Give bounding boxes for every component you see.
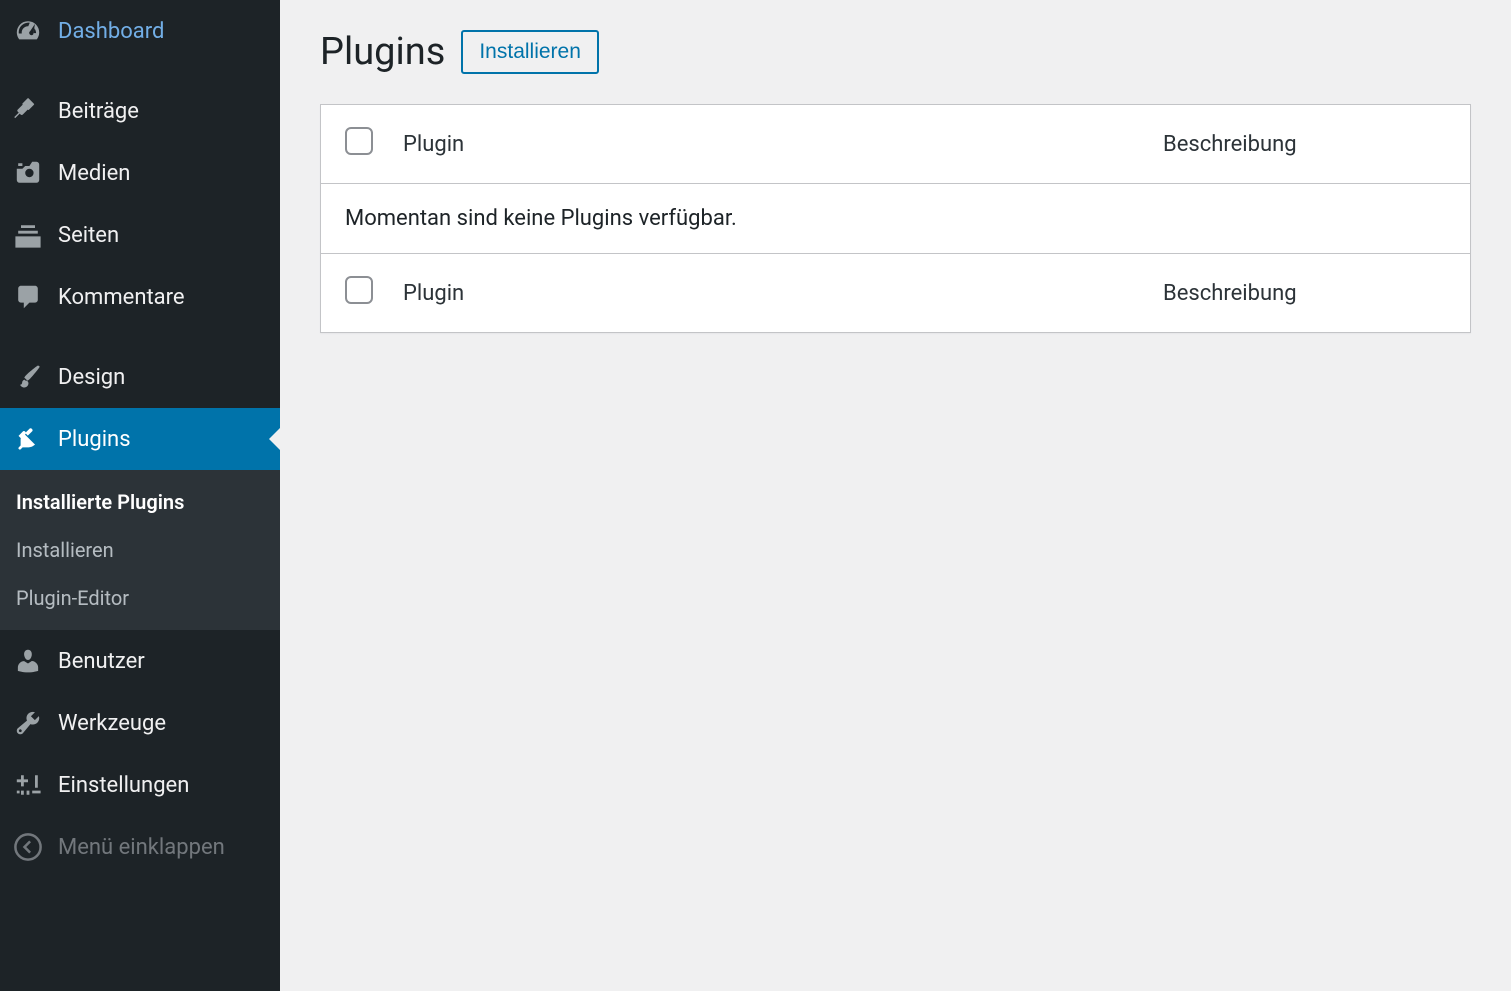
sidebar-item-label: Beiträge	[58, 99, 139, 124]
column-header-plugin[interactable]: Plugin	[403, 132, 1163, 157]
submenu-item-install[interactable]: Installieren	[0, 526, 280, 574]
sidebar-item-posts[interactable]: Beiträge	[0, 80, 280, 142]
sidebar-item-label: Plugins	[58, 427, 131, 452]
plug-icon	[14, 425, 46, 453]
sidebar-item-label: Design	[58, 365, 125, 390]
plugins-table: Plugin Beschreibung Momentan sind keine …	[320, 104, 1471, 333]
select-all-checkbox-bottom[interactable]	[345, 276, 373, 304]
sidebar-item-label: Benutzer	[58, 649, 145, 674]
sidebar-item-label: Werkzeuge	[58, 711, 166, 736]
select-all-checkbox-top[interactable]	[345, 127, 373, 155]
sidebar-item-collapse[interactable]: Menü einklappen	[0, 816, 280, 878]
sidebar-item-design[interactable]: Design	[0, 346, 280, 408]
admin-sidebar: Dashboard Beiträge Medien Seiten Komment…	[0, 0, 280, 991]
install-button[interactable]: Installieren	[461, 30, 599, 74]
submenu-item-installed-plugins[interactable]: Installierte Plugins	[0, 478, 280, 526]
sidebar-item-label: Menü einklappen	[58, 835, 225, 860]
sidebar-item-plugins[interactable]: Plugins	[0, 408, 280, 470]
user-icon	[14, 647, 46, 675]
column-header-description[interactable]: Beschreibung	[1163, 132, 1446, 157]
sidebar-item-tools[interactable]: Werkzeuge	[0, 692, 280, 754]
sidebar-item-settings[interactable]: Einstellungen	[0, 754, 280, 816]
dashboard-icon	[14, 17, 46, 45]
column-footer-description[interactable]: Beschreibung	[1163, 281, 1446, 306]
sidebar-item-pages[interactable]: Seiten	[0, 204, 280, 266]
sidebar-item-dashboard[interactable]: Dashboard	[0, 0, 280, 62]
sidebar-item-label: Medien	[58, 161, 130, 186]
sidebar-item-users[interactable]: Benutzer	[0, 630, 280, 692]
camera-icon	[14, 159, 46, 187]
pin-icon	[14, 97, 46, 125]
sidebar-item-label: Einstellungen	[58, 773, 189, 798]
sidebar-item-label: Seiten	[58, 223, 119, 248]
main-content: Plugins Installieren Plugin Beschreibung…	[280, 0, 1511, 991]
sidebar-item-comments[interactable]: Kommentare	[0, 266, 280, 328]
sliders-icon	[14, 771, 46, 799]
comment-icon	[14, 283, 46, 311]
sidebar-item-media[interactable]: Medien	[0, 142, 280, 204]
page-header: Plugins Installieren	[320, 20, 1471, 74]
collapse-icon	[14, 833, 46, 861]
sidebar-item-label: Kommentare	[58, 285, 185, 310]
stack-icon	[14, 221, 46, 249]
submenu-item-plugin-editor[interactable]: Plugin-Editor	[0, 574, 280, 622]
table-header-row: Plugin Beschreibung	[321, 105, 1470, 184]
sidebar-item-label: Dashboard	[58, 19, 164, 44]
empty-message: Momentan sind keine Plugins verfügbar.	[321, 184, 1470, 254]
brush-icon	[14, 363, 46, 391]
table-footer-row: Plugin Beschreibung	[321, 254, 1470, 332]
page-title: Plugins	[320, 30, 445, 74]
column-footer-plugin[interactable]: Plugin	[403, 281, 1163, 306]
wrench-icon	[14, 709, 46, 737]
plugins-submenu: Installierte Plugins Installieren Plugin…	[0, 470, 280, 630]
